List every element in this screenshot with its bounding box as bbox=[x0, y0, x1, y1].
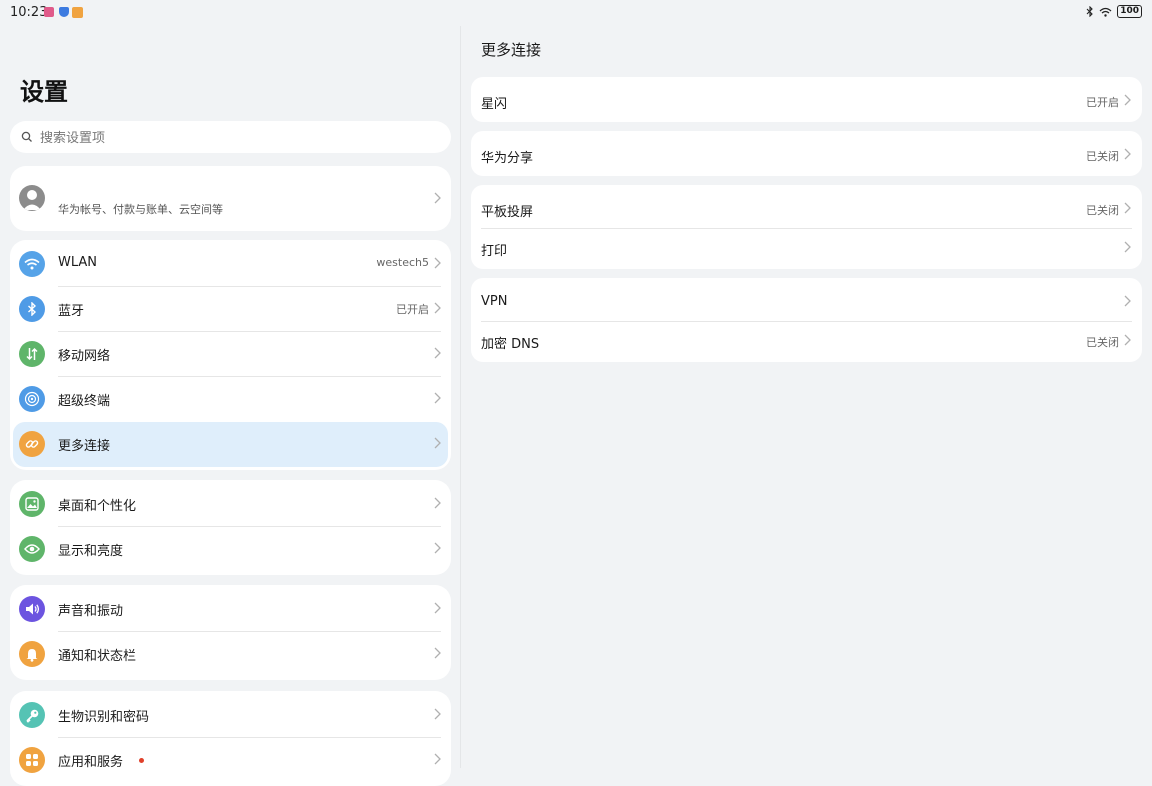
setting-label: 星闪 bbox=[481, 97, 508, 112]
chevron-right-icon bbox=[434, 497, 441, 509]
page-title: 设置 bbox=[20, 78, 68, 106]
bluetooth-icon bbox=[19, 296, 45, 322]
battery-icon: 100 bbox=[1117, 5, 1142, 18]
sidebar-item-label: 移动网络 bbox=[58, 349, 111, 364]
status-time: 10:23 bbox=[10, 5, 48, 20]
link-icon bbox=[19, 431, 45, 457]
sidebar-item-wallpaper[interactable]: 桌面和个性化 bbox=[10, 482, 451, 527]
sidebar-item-label: 超级终端 bbox=[58, 394, 111, 409]
chevron-right-icon bbox=[1124, 148, 1131, 160]
connection-group: VPN 加密 DNS 已关闭 bbox=[471, 278, 1142, 362]
settings-group: 生物识别和密码 应用和服务 bbox=[10, 691, 451, 786]
setting-status: 已关闭 bbox=[1086, 204, 1119, 217]
sidebar-item-label: 显示和亮度 bbox=[58, 544, 124, 559]
sidebar-item-value: 已开启 bbox=[396, 303, 429, 316]
sidebar-item-label: WLAN bbox=[58, 255, 98, 270]
sidebar-item-bell[interactable]: 通知和状态栏 bbox=[10, 632, 451, 677]
setting-label: 打印 bbox=[481, 244, 508, 259]
orange-app-notification-icon bbox=[72, 7, 83, 18]
sidebar-item-label: 桌面和个性化 bbox=[58, 499, 137, 514]
wifi-icon bbox=[19, 251, 45, 277]
chevron-right-icon bbox=[434, 347, 441, 359]
apps-icon bbox=[19, 747, 45, 773]
chevron-right-icon bbox=[434, 192, 441, 204]
chevron-right-icon bbox=[1124, 241, 1131, 253]
new-badge bbox=[139, 758, 144, 763]
avatar bbox=[19, 185, 45, 211]
setting-row[interactable]: 平板投屏 已关闭 bbox=[471, 187, 1142, 229]
key-icon bbox=[19, 702, 45, 728]
chevron-right-icon bbox=[434, 753, 441, 765]
setting-label: 加密 DNS bbox=[481, 337, 540, 352]
search-icon bbox=[21, 131, 32, 142]
setting-status: 已开启 bbox=[1086, 96, 1119, 109]
settings-group: 桌面和个性化 显示和亮度 bbox=[10, 480, 451, 575]
eye-icon bbox=[19, 536, 45, 562]
setting-label: 华为分享 bbox=[481, 151, 534, 166]
sidebar-item-apps[interactable]: 应用和服务 bbox=[10, 738, 451, 783]
setting-row[interactable]: 华为分享 已关闭 bbox=[471, 133, 1142, 175]
search-input[interactable] bbox=[38, 121, 442, 155]
settings-group: 声音和振动通知和状态栏 bbox=[10, 585, 451, 680]
wallpaper-icon bbox=[19, 491, 45, 517]
sidebar-item-super-device[interactable]: 超级终端 bbox=[10, 377, 451, 422]
chevron-right-icon bbox=[434, 708, 441, 720]
super-device-icon bbox=[19, 386, 45, 412]
bell-icon bbox=[19, 641, 45, 667]
setting-label: VPN bbox=[481, 294, 508, 309]
bluetooth-status-icon bbox=[1086, 6, 1093, 17]
sidebar-item-mobile-data[interactable]: 移动网络 bbox=[10, 332, 451, 377]
setting-row[interactable]: VPN bbox=[471, 280, 1142, 322]
settings-group: WLAN westech5 蓝牙 已开启移动网络超级终端更多连接 bbox=[10, 240, 451, 470]
sidebar-item-label: 通知和状态栏 bbox=[58, 649, 137, 664]
shield-notification-icon bbox=[59, 7, 69, 17]
setting-label: 平板投屏 bbox=[481, 205, 534, 220]
chevron-right-icon bbox=[1124, 334, 1131, 346]
status-bar: 10:23 100 bbox=[0, 0, 1152, 26]
setting-row[interactable]: 打印 bbox=[471, 226, 1142, 268]
chevron-right-icon bbox=[1124, 94, 1131, 106]
status-icons: 100 bbox=[1086, 5, 1142, 18]
sidebar-item-speaker[interactable]: 声音和振动 bbox=[10, 587, 451, 632]
account-card[interactable]: 华为帐号、付款与账单、云空间等 bbox=[10, 166, 451, 231]
sidebar-item-bluetooth[interactable]: 蓝牙 已开启 bbox=[10, 287, 451, 332]
setting-status: 已关闭 bbox=[1086, 150, 1119, 163]
sidebar-item-label: 蓝牙 bbox=[58, 304, 85, 319]
chevron-right-icon bbox=[434, 602, 441, 614]
connection-group: 平板投屏 已关闭打印 bbox=[471, 185, 1142, 269]
chevron-right-icon bbox=[434, 302, 441, 314]
connection-group: 华为分享 已关闭 bbox=[471, 131, 1142, 176]
setting-status: 已关闭 bbox=[1086, 336, 1119, 349]
sidebar-item-wifi[interactable]: WLAN westech5 bbox=[10, 242, 451, 287]
chevron-right-icon bbox=[1124, 295, 1131, 307]
sidebar-item-key[interactable]: 生物识别和密码 bbox=[10, 693, 451, 738]
connection-group: 星闪 已开启 bbox=[471, 77, 1142, 122]
speaker-icon bbox=[19, 596, 45, 622]
sidebar-item-link[interactable]: 更多连接 bbox=[13, 422, 448, 467]
sidebar-item-label: 更多连接 bbox=[58, 439, 111, 454]
setting-row[interactable]: 加密 DNS 已关闭 bbox=[471, 319, 1142, 361]
account-subtitle: 华为帐号、付款与账单、云空间等 bbox=[58, 203, 223, 216]
mobile-data-icon bbox=[19, 341, 45, 367]
setting-row[interactable]: 星闪 已开启 bbox=[471, 79, 1142, 121]
app-notification-icon bbox=[44, 7, 54, 17]
chevron-right-icon bbox=[434, 542, 441, 554]
chevron-right-icon bbox=[434, 257, 441, 269]
search-bar[interactable] bbox=[10, 121, 451, 155]
sidebar-item-label: 声音和振动 bbox=[58, 604, 124, 619]
chevron-right-icon bbox=[1124, 202, 1131, 214]
detail-title: 更多连接 bbox=[481, 41, 542, 59]
sidebar-item-eye[interactable]: 显示和亮度 bbox=[10, 527, 451, 572]
sidebar-item-label: 生物识别和密码 bbox=[58, 710, 150, 725]
chevron-right-icon bbox=[434, 392, 441, 404]
wifi-status-icon bbox=[1099, 7, 1112, 17]
sidebar-item-label: 应用和服务 bbox=[58, 755, 124, 770]
chevron-right-icon bbox=[434, 437, 441, 449]
sidebar-item-value: westech5 bbox=[376, 256, 429, 269]
chevron-right-icon bbox=[434, 647, 441, 659]
pane-divider bbox=[460, 26, 461, 768]
